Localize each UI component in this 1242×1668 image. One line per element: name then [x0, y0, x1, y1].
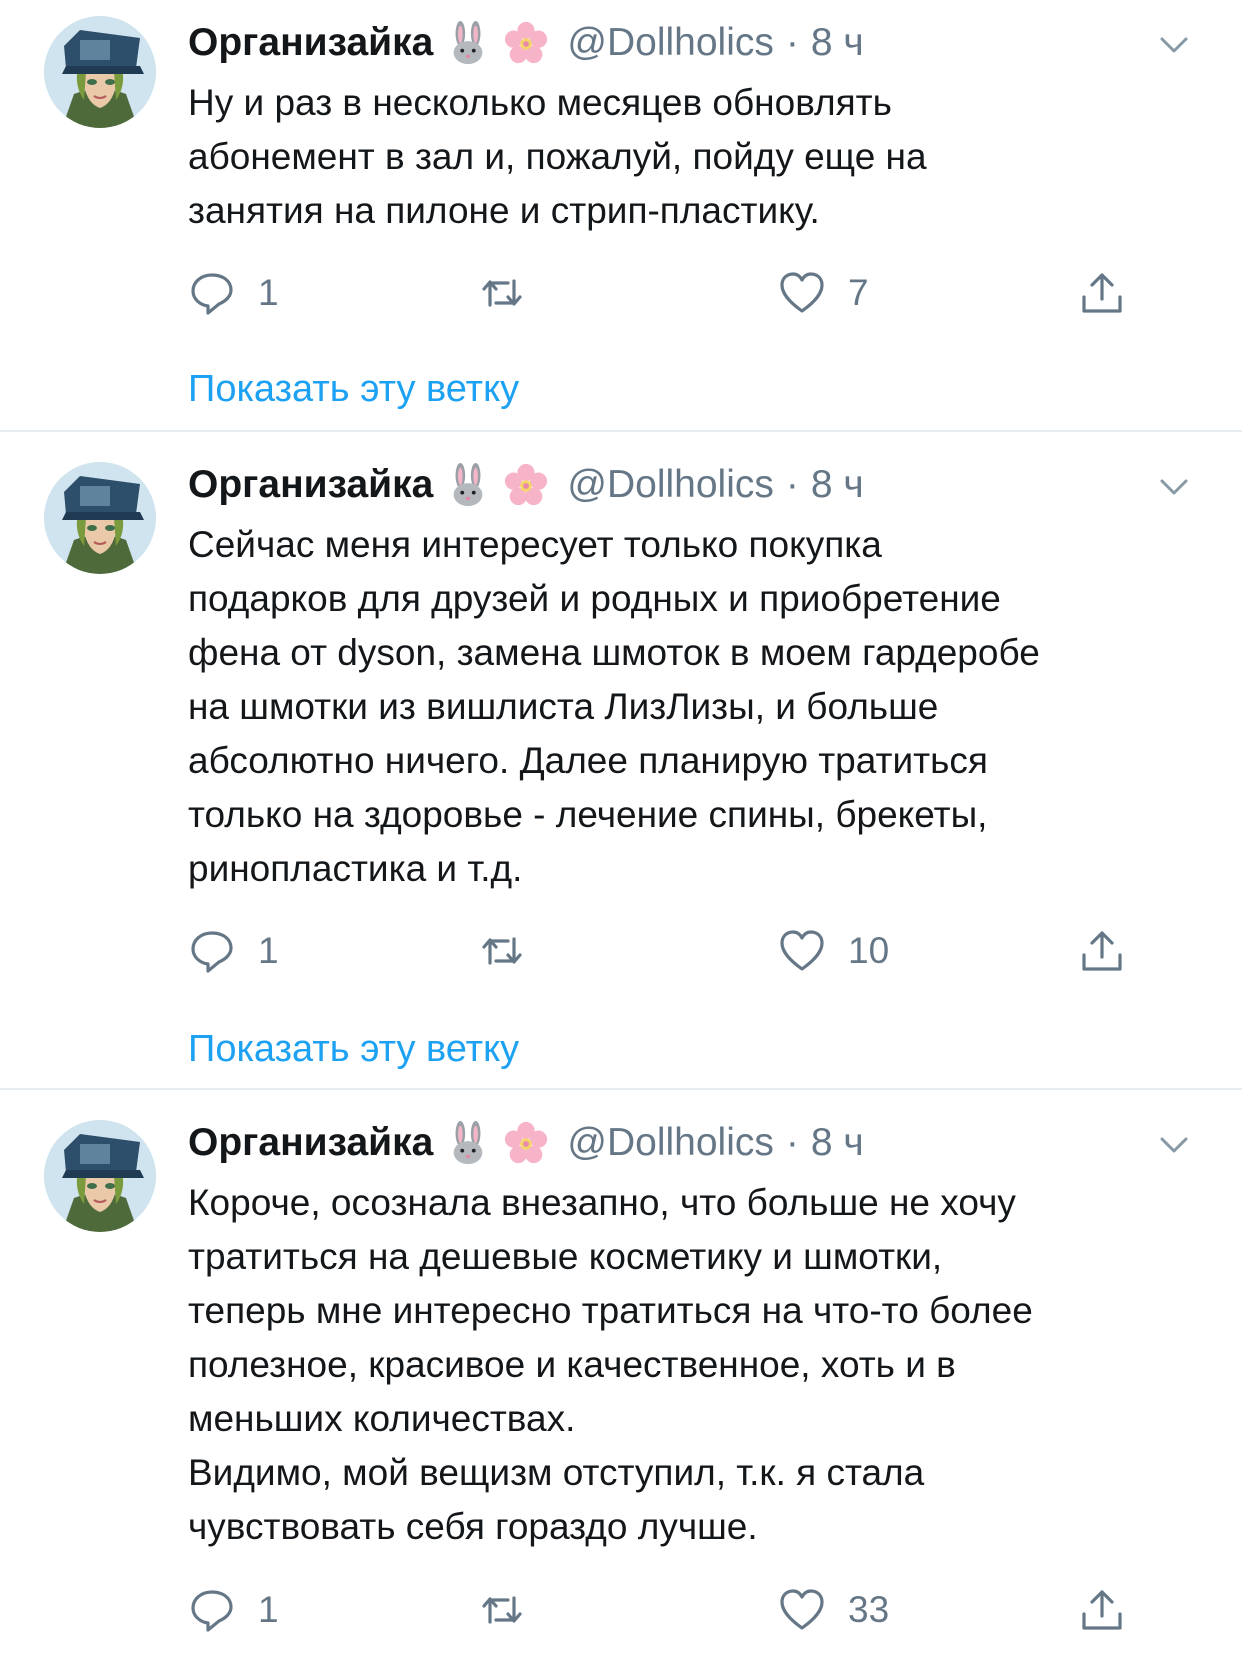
tweet-header: Организайка @Dollholics · 8 ч [188, 1118, 864, 1168]
heart-icon [780, 1589, 824, 1630]
retweet-button[interactable] [478, 266, 548, 320]
like-button[interactable]: 7 [778, 266, 869, 320]
tweet-timestamp[interactable]: 8 ч [811, 463, 864, 507]
avatar[interactable] [44, 16, 156, 128]
tweet-feed: Организайка @Dollholics · 8 ч Ну и раз в… [0, 0, 1242, 1668]
like-count: 10 [848, 930, 890, 971]
reply-button[interactable]: 1 [188, 924, 279, 978]
tweet-actions: 1 33 [188, 1583, 1208, 1637]
avatar-image [44, 462, 156, 574]
separator-dot: · [785, 463, 799, 506]
tweet-text: Сейчас меня интересует только покупка по… [188, 524, 1040, 889]
cherry-blossom-icon [503, 462, 549, 508]
chevron-down-icon[interactable] [1156, 469, 1192, 505]
reply-icon [191, 273, 233, 315]
reply-icon [191, 1590, 233, 1632]
reply-count: 1 [258, 272, 279, 313]
like-button[interactable]: 10 [778, 924, 889, 978]
retweet-button[interactable] [478, 1583, 548, 1637]
chevron-down-icon[interactable] [1156, 1127, 1192, 1163]
tweet[interactable]: Организайка [0, 0, 1242, 430]
share-button[interactable] [1078, 266, 1126, 320]
like-count: 33 [848, 1589, 890, 1630]
avatar-image [44, 1120, 156, 1232]
retweet-icon [482, 937, 522, 965]
reply-count: 1 [258, 1589, 279, 1630]
reply-count: 1 [258, 930, 279, 971]
author-name[interactable]: Организайка [188, 1121, 433, 1165]
cherry-blossom-icon [503, 20, 549, 66]
like-count: 7 [848, 272, 869, 313]
retweet-icon [482, 1596, 522, 1624]
tweet[interactable]: Организайка [0, 432, 1242, 1088]
heart-icon [780, 272, 824, 313]
tweet-actions: 1 10 [188, 924, 1208, 978]
tweet-timestamp[interactable]: 8 ч [811, 1121, 864, 1165]
show-thread-link[interactable]: Показать эту ветку [188, 364, 519, 414]
tweet[interactable]: Организайка [0, 1090, 1242, 1668]
separator-dot: · [785, 21, 799, 64]
reply-button[interactable]: 1 [188, 1583, 279, 1637]
retweet-icon [482, 279, 522, 307]
like-button[interactable]: 33 [778, 1583, 889, 1637]
avatar[interactable] [44, 462, 156, 574]
tweet-header: Организайка @Dollholics · 8 ч [188, 18, 864, 68]
retweet-button[interactable] [478, 924, 548, 978]
avatar[interactable] [44, 1120, 156, 1232]
tweet-text: Ну и раз в несколько месяцев обновлять а… [188, 82, 927, 231]
heart-icon [780, 930, 824, 971]
rabbit-face-icon [445, 1120, 491, 1166]
reply-icon [191, 931, 233, 973]
share-icon [1082, 931, 1122, 971]
author-name[interactable]: Организайка [188, 463, 433, 507]
chevron-down-icon[interactable] [1156, 27, 1192, 63]
rabbit-face-icon [445, 462, 491, 508]
tweet-actions: 1 7 [188, 266, 1208, 320]
avatar-image [44, 16, 156, 128]
cherry-blossom-icon [503, 1120, 549, 1166]
share-icon [1082, 1590, 1122, 1630]
show-thread-link[interactable]: Показать эту ветку [188, 1024, 519, 1074]
share-button[interactable] [1078, 924, 1126, 978]
tweet-timestamp[interactable]: 8 ч [811, 21, 864, 65]
separator-dot: · [785, 1121, 799, 1164]
rabbit-face-icon [445, 20, 491, 66]
author-handle[interactable]: @Dollholics [567, 1121, 773, 1165]
reply-button[interactable]: 1 [188, 266, 279, 320]
author-name[interactable]: Организайка [188, 21, 433, 65]
tweet-text: Короче, осознала внезапно, что больше не… [188, 1182, 1033, 1547]
share-button[interactable] [1078, 1583, 1126, 1637]
author-handle[interactable]: @Dollholics [567, 463, 773, 507]
author-handle[interactable]: @Dollholics [567, 21, 773, 65]
tweet-header: Организайка @Dollholics · 8 ч [188, 460, 864, 510]
share-icon [1082, 273, 1122, 313]
